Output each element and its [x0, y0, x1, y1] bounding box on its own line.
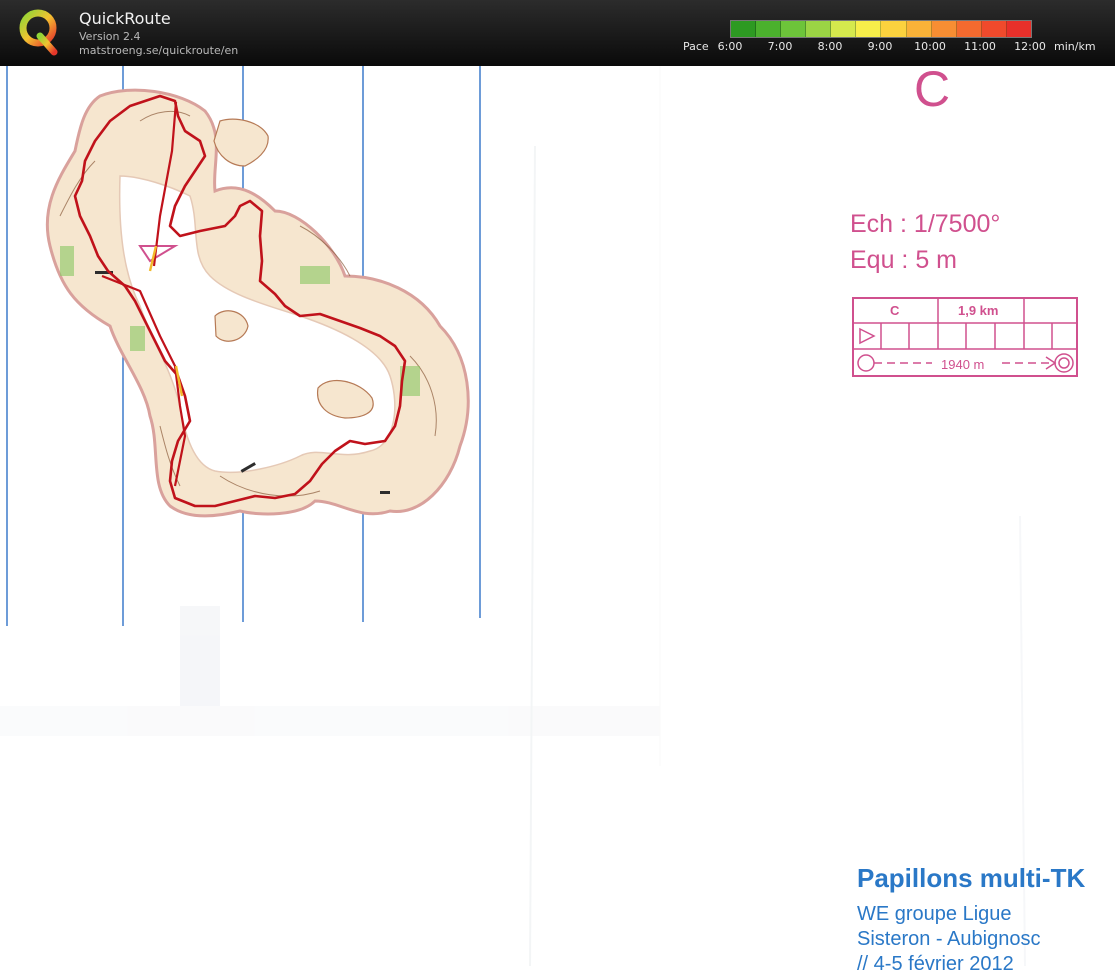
- pace-color-segment: [906, 21, 932, 37]
- pace-tick: 11:00: [964, 40, 996, 53]
- pace-color-segment: [756, 21, 782, 37]
- pace-tick: 7:00: [767, 40, 793, 53]
- event-title: Papillons multi-TK: [857, 863, 1086, 893]
- mapped-corridor: [45, 88, 470, 518]
- pace-color-segment: [731, 21, 757, 37]
- pace-color-segment: [831, 21, 857, 37]
- pace-tick: 10:00: [914, 40, 946, 53]
- orienteering-map: [0, 66, 1026, 967]
- map-equidistance: Equ : 5 m: [850, 246, 957, 274]
- pace-tick: 12:00: [1014, 40, 1046, 53]
- pace-color-segment: [931, 21, 957, 37]
- pace-color-segment: [881, 21, 907, 37]
- app-url[interactable]: matstroeng.se/quickroute/en: [79, 44, 238, 57]
- course-box-distance: 1,9 km: [958, 303, 999, 318]
- event-line-2: Sisteron - Aubignosc: [857, 928, 1041, 950]
- pace-tick: 8:00: [817, 40, 843, 53]
- pace-label: Pace: [683, 40, 709, 53]
- event-line-3: // 4-5 février 2012: [857, 953, 1014, 975]
- quickroute-logo: [19, 9, 58, 56]
- app-version: Version 2.4: [79, 30, 141, 43]
- app-title: QuickRoute: [79, 9, 171, 28]
- map-canvas[interactable]: C Ech : 1/7500° Equ : 5 m C 1,9 km 1940 …: [0, 61, 1115, 976]
- pace-color-segment: [806, 21, 832, 37]
- pace-color-scale: [730, 20, 1032, 38]
- pace-unit: min/km: [1054, 40, 1096, 53]
- event-line-1: WE groupe Ligue: [857, 903, 1012, 925]
- course-info-box: C 1,9 km 1940 m: [852, 297, 1078, 377]
- map-scale: Ech : 1/7500°: [850, 210, 1001, 238]
- pace-tick: 9:00: [867, 40, 893, 53]
- pace-color-segment: [956, 21, 982, 37]
- pace-tick: 6:00: [717, 40, 743, 53]
- app-header: QuickRoute Version 2.4 matstroeng.se/qui…: [0, 0, 1115, 66]
- course-letter: C: [914, 61, 951, 117]
- pace-color-segment: [781, 21, 807, 37]
- pace-color-segment: [1006, 21, 1031, 37]
- pace-color-segment: [856, 21, 882, 37]
- pace-color-segment: [981, 21, 1007, 37]
- course-box-course: C: [890, 303, 900, 318]
- course-box-route-length: 1940 m: [938, 357, 988, 372]
